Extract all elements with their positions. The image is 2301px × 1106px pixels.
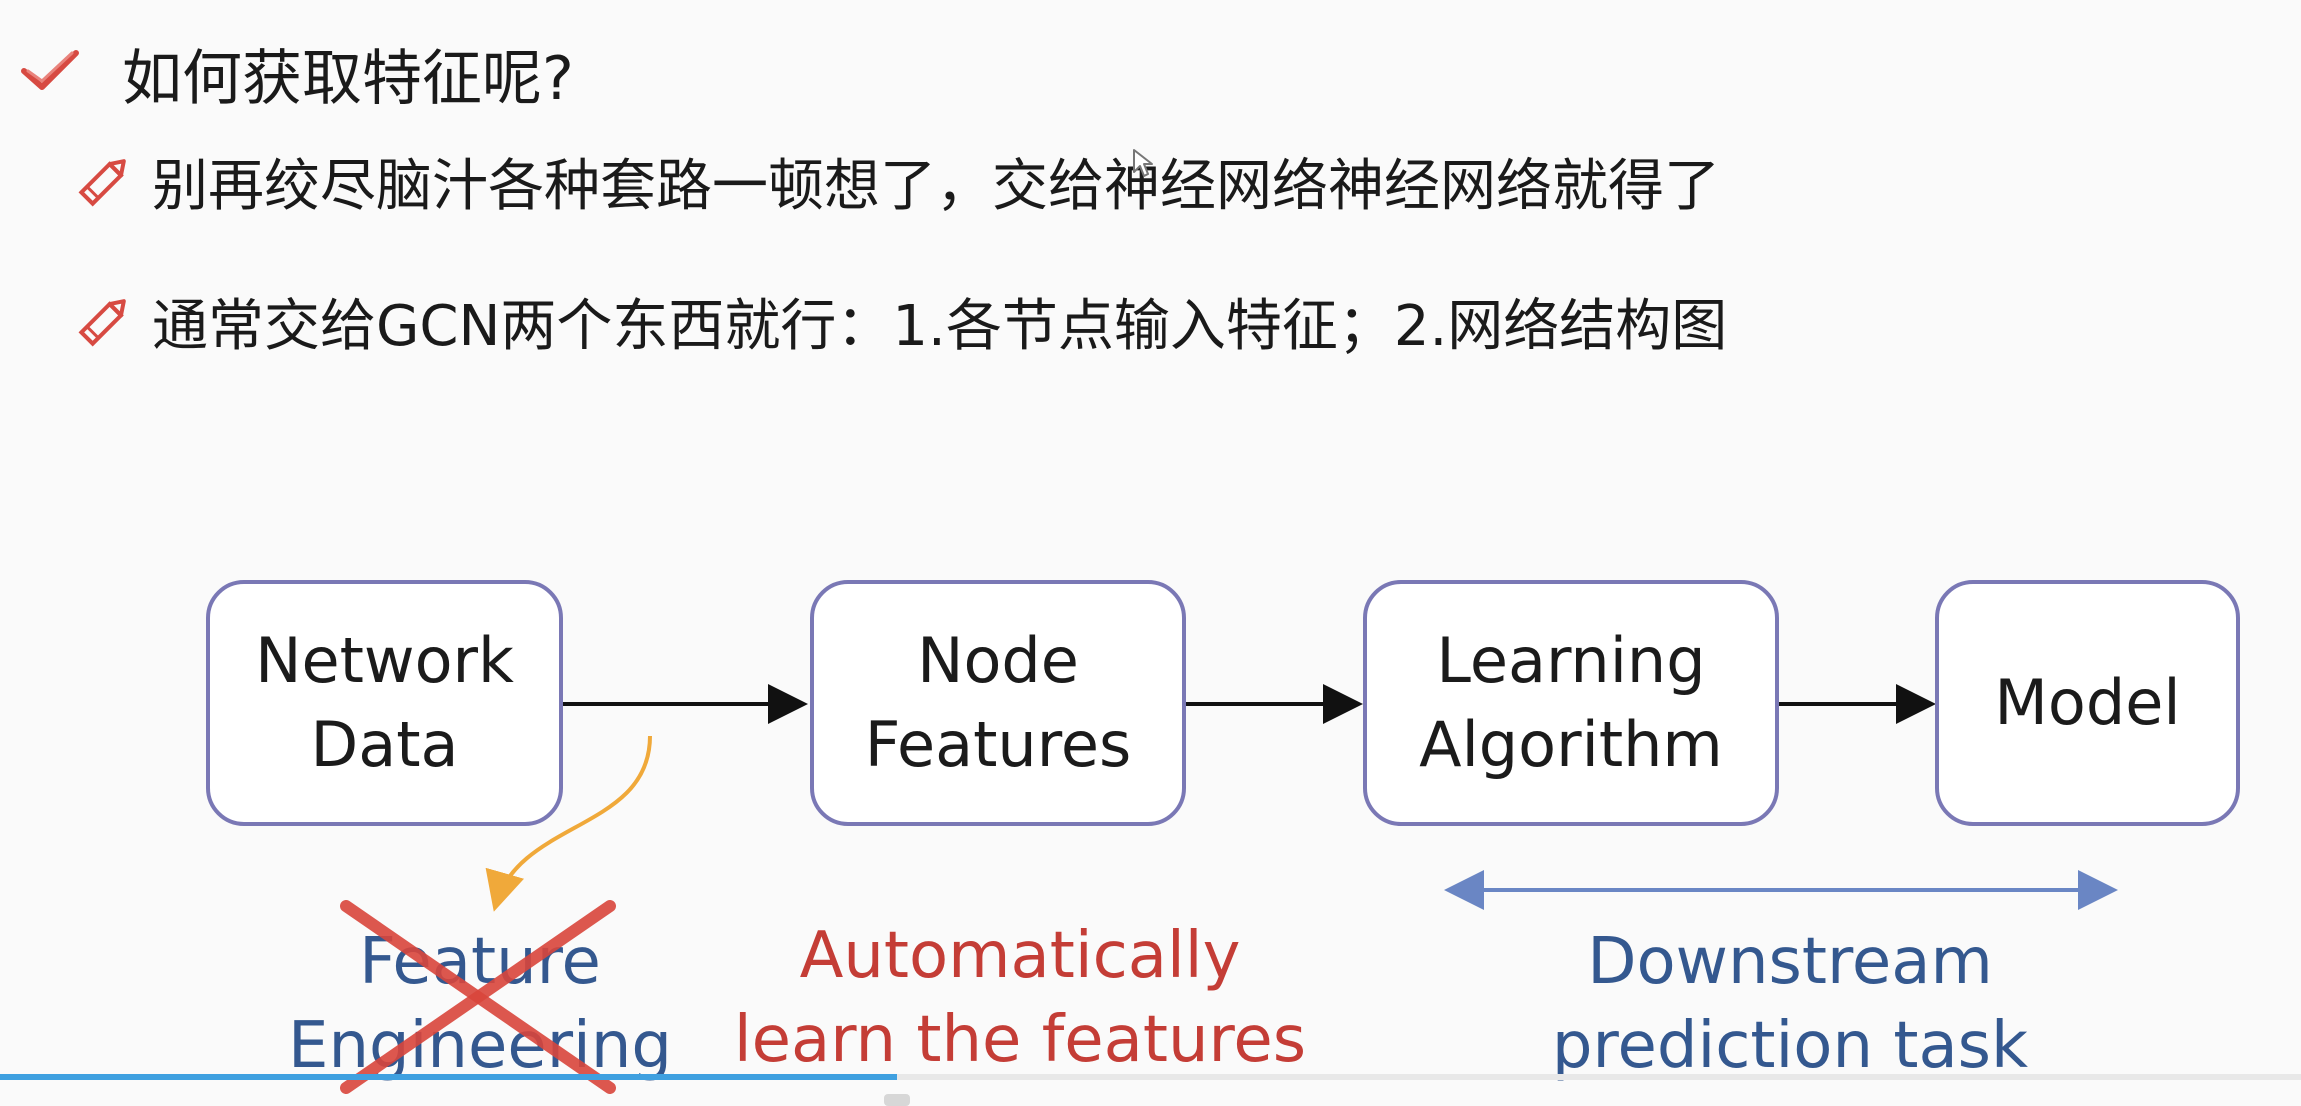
cursor-icon <box>1133 149 1153 177</box>
video-progress-fill <box>0 1074 897 1080</box>
video-progress-handle[interactable] <box>884 1094 910 1106</box>
